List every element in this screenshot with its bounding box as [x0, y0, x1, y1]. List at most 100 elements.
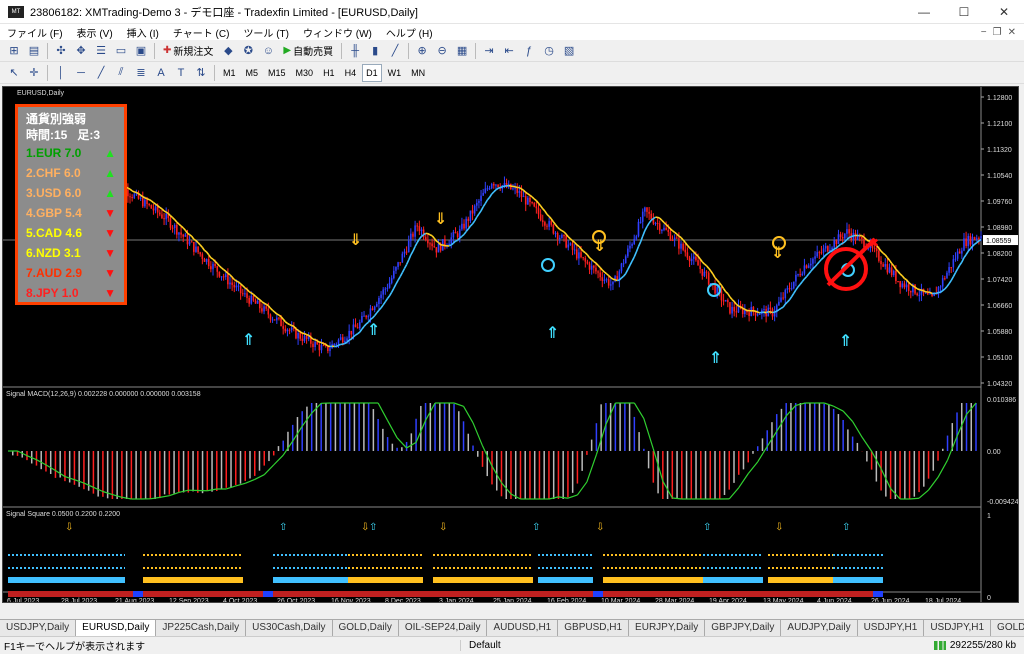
trendline-icon[interactable]: ╱ [92, 64, 110, 82]
metaeditor-icon[interactable]: ◆ [219, 42, 237, 60]
market-watch-icon[interactable]: ✣ [52, 42, 70, 60]
candle-chart-icon[interactable]: ▮ [366, 42, 384, 60]
chart-tab[interactable]: OIL-SEP24,Daily [398, 620, 488, 636]
chart-tab[interactable]: AUDUSD,H1 [487, 620, 559, 636]
autoscroll-icon[interactable]: ⇥ [480, 42, 498, 60]
auto-trading-button[interactable]: ▶ 自動売買 [279, 42, 337, 60]
timeframe-d1[interactable]: D1 [362, 63, 382, 82]
tile-windows-icon[interactable]: ▦ [453, 42, 471, 60]
candle-body [178, 232, 180, 235]
chart-tab[interactable]: GBPJPY,Daily [705, 620, 782, 636]
candle-body [407, 240, 410, 253]
zoom-in-icon[interactable]: ⊕ [413, 42, 431, 60]
text-icon[interactable]: A [152, 64, 170, 82]
new-order-button[interactable]: ✚ 新規注文 [159, 42, 217, 60]
cursor-icon[interactable]: ↖ [5, 64, 23, 82]
timeframe-mn[interactable]: MN [407, 64, 429, 82]
candle-body [376, 303, 378, 307]
periods-icon[interactable]: ◷ [540, 42, 558, 60]
label-icon[interactable]: T [172, 64, 190, 82]
toolbar-separator [475, 42, 477, 59]
candle-body [637, 221, 640, 237]
line-chart-icon[interactable]: ╱ [386, 42, 404, 60]
close-button[interactable]: ✕ [984, 0, 1024, 24]
chart-tab[interactable]: JP225Cash,Daily [156, 620, 247, 636]
experts-icon[interactable]: ☺ [259, 42, 277, 60]
candle-body [629, 245, 631, 249]
macd-signal-line [633, 402, 645, 419]
candle-body [467, 218, 470, 221]
menu-help[interactable]: ヘルプ (H) [379, 25, 440, 40]
moving-average-segment [563, 231, 567, 235]
moving-average-segment [327, 345, 331, 348]
timeframe-m15[interactable]: M15 [264, 64, 290, 82]
candle-body [475, 202, 478, 206]
candle-body [314, 341, 316, 348]
candle-body [563, 234, 565, 237]
menu-tools[interactable]: ツール (T) [236, 25, 296, 40]
candle-body [631, 244, 633, 246]
candle-body [941, 278, 944, 287]
candle-body [335, 344, 338, 346]
candle-body [378, 297, 380, 304]
bar-chart-icon[interactable]: ╫ [346, 42, 364, 60]
mdi-minimize-icon[interactable]: − [981, 27, 987, 38]
moving-average-segment [633, 251, 638, 258]
chart-tab[interactable]: GOLD,H1 [991, 620, 1024, 636]
minimize-button[interactable]: — [904, 0, 944, 24]
templates-icon[interactable]: ▧ [560, 42, 578, 60]
signals-icon[interactable]: ✪ [239, 42, 257, 60]
fibonacci-icon[interactable]: ≣ [132, 64, 150, 82]
chart-tab[interactable]: GOLD,Daily [332, 620, 399, 636]
candle-body [212, 263, 214, 270]
menu-window[interactable]: ウィンドウ (W) [296, 25, 379, 40]
chart-tab[interactable]: EURJPY,Daily [629, 620, 706, 636]
chart-shift-icon[interactable]: ⇤ [500, 42, 518, 60]
candle-body [814, 256, 816, 259]
maximize-button[interactable]: ☐ [944, 0, 984, 24]
chart-tab[interactable]: USDJPY,H1 [857, 620, 925, 636]
arrows-icon[interactable]: ⇅ [192, 64, 210, 82]
indicators-icon[interactable]: ƒ [520, 42, 538, 60]
zoom-out-icon[interactable]: ⊖ [433, 42, 451, 60]
timeframe-w1[interactable]: W1 [384, 64, 406, 82]
chart-window[interactable]: EURUSD,Daily Signal MACD(12,26,9) 0.00222… [2, 86, 1019, 603]
timeframe-h1[interactable]: H1 [319, 64, 339, 82]
timeframe-h4[interactable]: H4 [341, 64, 361, 82]
menu-chart[interactable]: チャート (C) [166, 25, 237, 40]
moving-average-segment [348, 338, 352, 341]
moving-average-segment [705, 265, 710, 269]
new-chart-icon[interactable]: ⊞ [5, 42, 23, 60]
strategy-tester-icon[interactable]: ▣ [132, 42, 150, 60]
menu-view[interactable]: 表示 (V) [70, 25, 120, 40]
timeframe-m30[interactable]: M30 [292, 64, 318, 82]
channel-icon[interactable]: ⫽ [112, 64, 130, 82]
candle-body [590, 265, 593, 270]
candle-body [278, 317, 280, 319]
crosshair-icon[interactable]: ✛ [25, 64, 43, 82]
menu-insert[interactable]: 挿入 (I) [120, 25, 166, 40]
moving-average-segment [412, 246, 416, 252]
chart-tab[interactable]: USDJPY,Daily [0, 620, 77, 636]
navigator-icon[interactable]: ☰ [92, 42, 110, 60]
chart-tab[interactable]: GBPUSD,H1 [558, 620, 630, 636]
mdi-restore-icon[interactable]: ❐ [993, 27, 1002, 38]
data-window-icon[interactable]: ✥ [72, 42, 90, 60]
chart-tab[interactable]: EURUSD,Daily [76, 620, 157, 636]
arrow-down-icon: ▼ [104, 246, 116, 260]
status-profile[interactable]: Default [460, 640, 760, 651]
chart-tab[interactable]: USDJPY,H1 [924, 620, 992, 636]
menu-file[interactable]: ファイル (F) [0, 25, 70, 40]
timeframe-m1[interactable]: M1 [219, 64, 240, 82]
traffic-value: 292255/280 kb [949, 640, 1016, 651]
horizontal-line-icon[interactable]: ─ [72, 64, 90, 82]
chart-tab[interactable]: US30Cash,Daily [246, 620, 333, 636]
profiles-icon[interactable]: ▤ [25, 42, 43, 60]
moving-average-segment [338, 343, 341, 347]
vertical-line-icon[interactable]: │ [52, 64, 70, 82]
chart-tab[interactable]: AUDJPY,Daily [781, 620, 858, 636]
timeframe-m5[interactable]: M5 [242, 64, 263, 82]
terminal-icon[interactable]: ▭ [112, 42, 130, 60]
mdi-close-icon[interactable]: ✕ [1008, 27, 1016, 38]
moving-average-segment [212, 258, 216, 262]
